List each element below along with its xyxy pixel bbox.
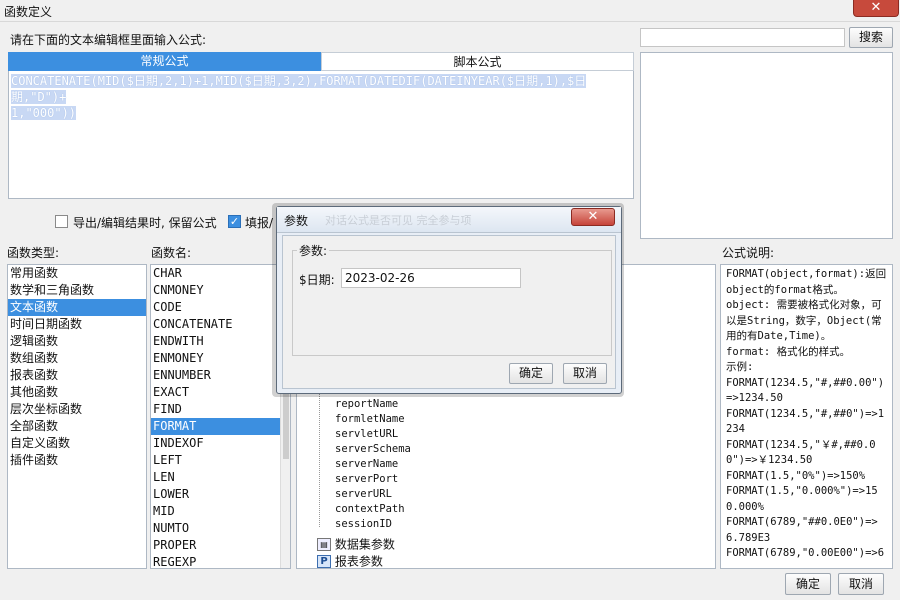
tree-item[interactable]: serverSchema xyxy=(335,442,695,457)
list-item[interactable]: INDEXOF xyxy=(151,435,290,452)
list-item[interactable]: FORMAT xyxy=(151,418,280,435)
dialog-title-ghost: 对话公式是否可见 完全参与项 xyxy=(325,214,472,227)
list-item[interactable]: 自定义函数 xyxy=(8,435,146,452)
tree-item[interactable]: serverPort xyxy=(335,472,695,487)
list-item[interactable]: CHAR xyxy=(151,265,290,282)
list-item[interactable]: CODE xyxy=(151,299,290,316)
dialog-title: 参数 xyxy=(284,214,309,228)
list-item[interactable]: CONCATENATE xyxy=(151,316,290,333)
tab-normal-formula[interactable]: 常规公式 xyxy=(8,52,321,71)
list-item[interactable]: 数组函数 xyxy=(8,350,146,367)
list-item[interactable]: ENMONEY xyxy=(151,350,290,367)
tree-item-list: REPLETER reportName formletName servletU… xyxy=(335,387,695,532)
list-item[interactable]: ENDWITH xyxy=(151,333,290,350)
search-results-panel xyxy=(640,52,893,239)
tree-item[interactable]: serverURL xyxy=(335,487,695,502)
list-item[interactable]: 逻辑函数 xyxy=(8,333,146,350)
dataset-param-icon: ▤ xyxy=(317,538,331,551)
list-item[interactable]: CNMONEY xyxy=(151,282,290,299)
description-header: 公式说明: xyxy=(722,246,775,260)
fill-label: 填报/ xyxy=(245,216,274,230)
dialog-body: 参数: $日期: 2023-02-26 确定 取消 xyxy=(282,235,616,389)
list-item[interactable]: EXACT xyxy=(151,384,290,401)
list-item[interactable]: FIND xyxy=(151,401,290,418)
parameter-group-label: 参数: xyxy=(299,244,328,258)
keep-formula-checkbox[interactable] xyxy=(55,215,68,228)
tree-group-label: 报表参数 xyxy=(334,554,383,569)
list-item[interactable]: NUMTO xyxy=(151,520,290,537)
window-title: 函数定义 xyxy=(4,5,53,19)
dialog-cancel-button[interactable]: 取消 xyxy=(563,363,607,384)
fill-checkbox[interactable]: ✓ xyxy=(228,215,241,228)
tree-item[interactable]: sessionID xyxy=(335,517,695,532)
tab-script-formula[interactable]: 脚本公式 xyxy=(321,52,634,71)
date-field[interactable]: 2023-02-26 xyxy=(341,268,521,288)
formula-editor[interactable]: CONCATENATE(MID($日期,2,1)+1,MID($日期,3,2),… xyxy=(8,71,634,199)
list-item[interactable]: 报表函数 xyxy=(8,367,146,384)
window-close-button[interactable]: ✕ xyxy=(853,0,899,17)
dialog-ok-button[interactable]: 确定 xyxy=(509,363,553,384)
keep-formula-label: 导出/编辑结果时, 保留公式 xyxy=(73,216,217,230)
function-names-header: 函数名: xyxy=(151,246,192,260)
date-field-label: $日期: xyxy=(299,273,335,287)
tree-item[interactable]: contextPath xyxy=(335,502,695,517)
tree-item[interactable]: serverName xyxy=(335,457,695,472)
dialog-close-button[interactable]: ✕ xyxy=(571,208,615,226)
formula-line-2: 1,"000")) xyxy=(11,106,77,120)
tree-group-label: 数据集参数 xyxy=(334,537,395,552)
close-icon: ✕ xyxy=(870,0,882,15)
function-types-list: 常用函数 数学和三角函数 文本函数 时间日期函数 逻辑函数 数组函数 报表函数 … xyxy=(7,264,147,569)
list-item[interactable]: 插件函数 xyxy=(8,452,146,469)
list-item[interactable]: 全部函数 xyxy=(8,418,146,435)
list-item[interactable]: PROPER xyxy=(151,537,290,554)
list-item[interactable]: 时间日期函数 xyxy=(8,316,146,333)
function-names-list: CHAR CNMONEY CODE CONCATENATE ENDWITH EN… xyxy=(150,264,291,569)
tree-item[interactable]: formletName xyxy=(335,412,695,427)
list-item[interactable]: LOWER xyxy=(151,486,290,503)
list-item[interactable]: LEFT xyxy=(151,452,290,469)
window-titlebar: 函数定义 ✕ xyxy=(0,0,900,22)
dialog-titlebar[interactable]: 参数 对话公式是否可见 完全参与项 ✕ xyxy=(277,207,621,233)
formula-line-1: CONCATENATE(MID($日期,2,1)+1,MID($日期,3,2),… xyxy=(11,74,587,104)
parameter-group: 参数: $日期: 2023-02-26 xyxy=(292,242,612,356)
ok-button[interactable]: 确定 xyxy=(785,573,831,595)
cancel-button[interactable]: 取消 xyxy=(838,573,884,595)
list-item[interactable]: 常用函数 xyxy=(8,265,146,282)
list-item[interactable]: LEN xyxy=(151,469,290,486)
tree-item[interactable]: servletURL xyxy=(335,427,695,442)
list-item[interactable]: REGEXP xyxy=(151,554,290,568)
editor-prompt: 请在下面的文本编辑框里面输入公式: xyxy=(10,33,207,47)
tree-item[interactable]: reportName xyxy=(335,397,695,412)
tree-connector xyxy=(319,377,320,527)
list-item[interactable]: ENNUMBER xyxy=(151,367,290,384)
list-item[interactable]: 文本函数 xyxy=(8,299,146,316)
search-button[interactable]: 搜索 xyxy=(849,27,893,48)
parameter-dialog: 参数 对话公式是否可见 完全参与项 ✕ 参数: $日期: 2023-02-26 … xyxy=(276,206,622,394)
tree-group-report[interactable]: P 报表参数 xyxy=(317,553,383,569)
close-icon: ✕ xyxy=(587,209,599,224)
search-input[interactable] xyxy=(640,28,845,47)
report-param-icon: P xyxy=(317,555,331,568)
tree-group-dataset[interactable]: ▤ 数据集参数 xyxy=(317,536,395,552)
list-item[interactable]: 其他函数 xyxy=(8,384,146,401)
list-item[interactable]: 层次坐标函数 xyxy=(8,401,146,418)
description-text: FORMAT(object,format):返回object的format格式。… xyxy=(726,268,887,559)
function-types-header: 函数类型: xyxy=(7,246,60,260)
list-item[interactable]: MID xyxy=(151,503,290,520)
list-item[interactable]: 数学和三角函数 xyxy=(8,282,146,299)
description-panel: FORMAT(object,format):返回object的format格式。… xyxy=(720,264,893,569)
